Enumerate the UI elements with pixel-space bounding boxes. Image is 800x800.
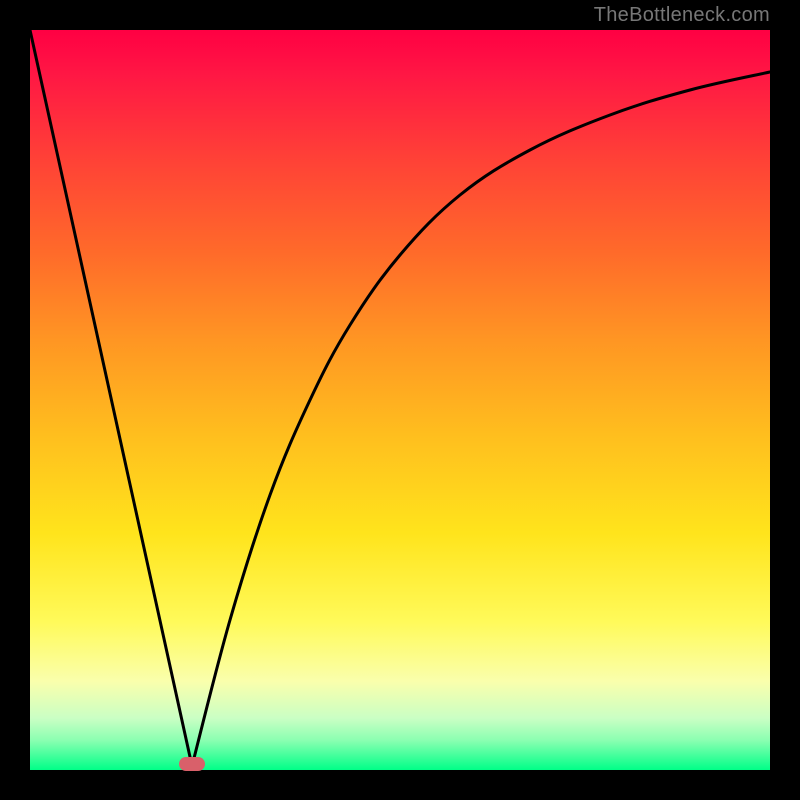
bottleneck-marker (179, 757, 205, 771)
bottleneck-curve (30, 30, 770, 770)
plot-area (30, 30, 770, 770)
watermark-label: TheBottleneck.com (594, 4, 770, 27)
chart-frame: TheBottleneck.com (0, 0, 800, 800)
